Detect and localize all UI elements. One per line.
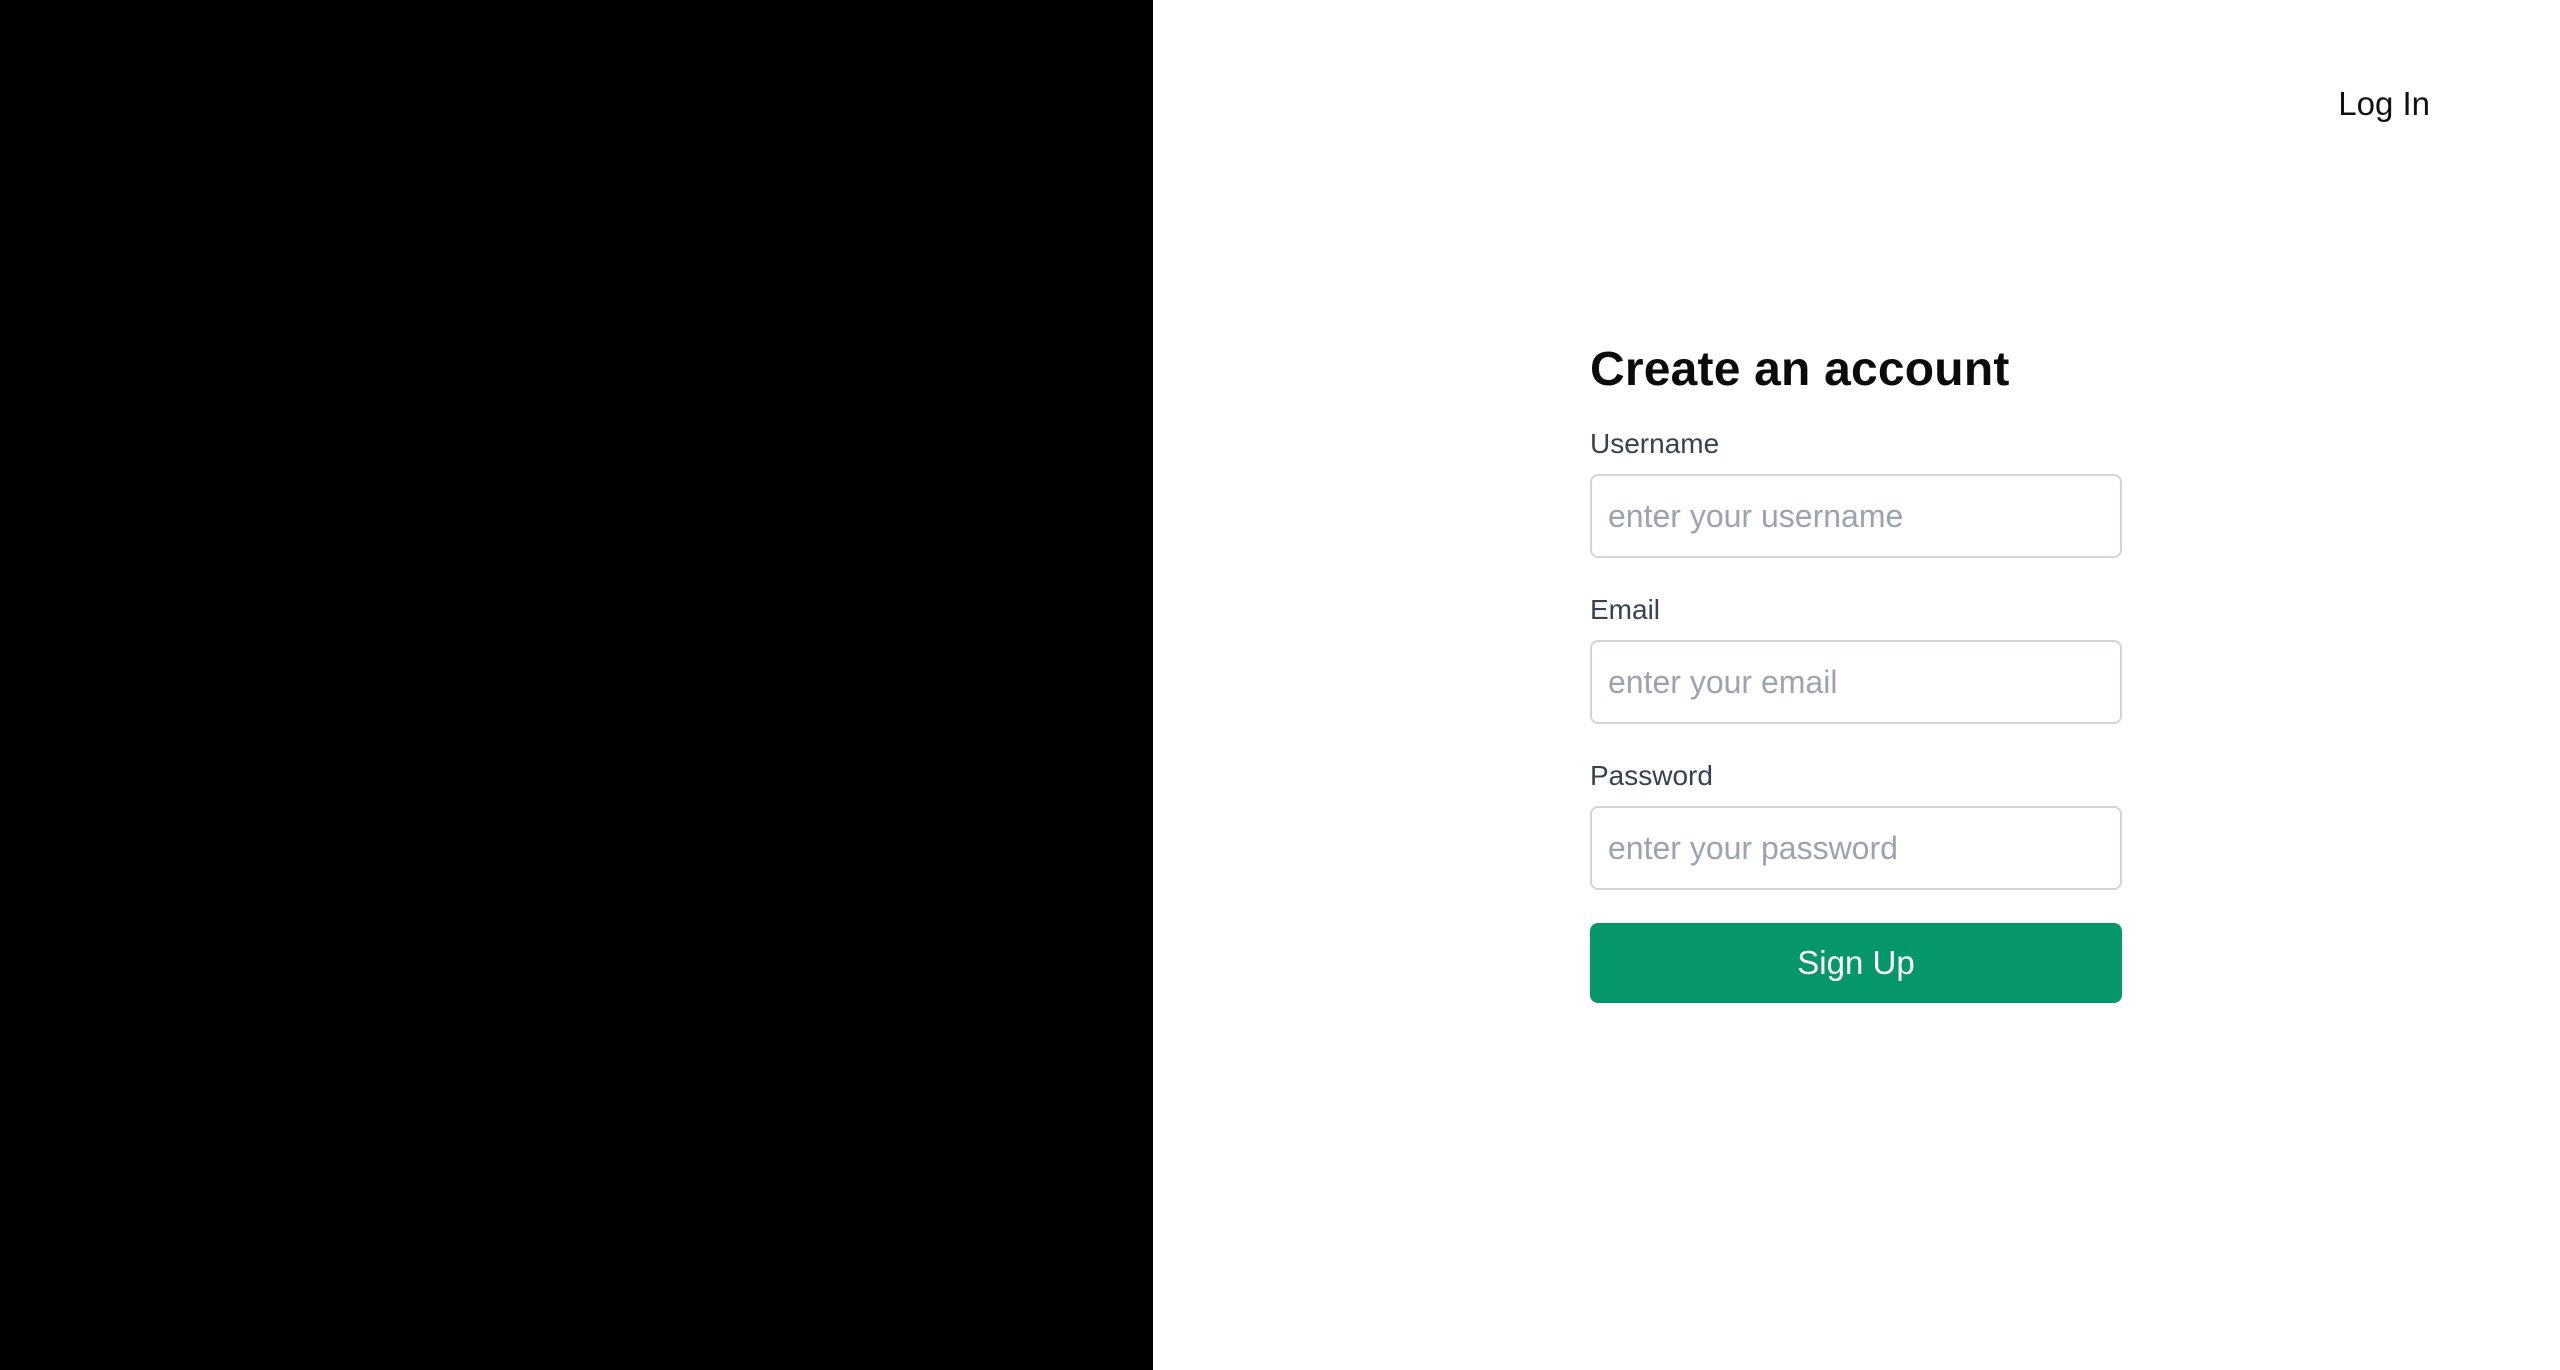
signup-page: Log In Create an account Username Email …: [0, 0, 2560, 1370]
password-input[interactable]: [1590, 806, 2122, 890]
email-input[interactable]: [1590, 640, 2122, 724]
password-field-group: Password: [1590, 758, 2122, 890]
username-field-group: Username: [1590, 426, 2122, 558]
username-input[interactable]: [1590, 474, 2122, 558]
left-image-panel: [0, 0, 1153, 1370]
right-form-panel: Log In Create an account Username Email …: [1153, 0, 2560, 1370]
email-label: Email: [1590, 594, 1661, 625]
password-label: Password: [1590, 760, 1713, 791]
sign-up-button[interactable]: Sign Up: [1590, 923, 2122, 1003]
username-label: Username: [1590, 428, 1720, 459]
signup-form: Create an account Username Email Passwor…: [1590, 338, 2122, 1003]
login-link[interactable]: Log In: [2338, 82, 2430, 126]
email-field-group: Email: [1590, 592, 2122, 724]
page-title: Create an account: [1590, 343, 2010, 396]
